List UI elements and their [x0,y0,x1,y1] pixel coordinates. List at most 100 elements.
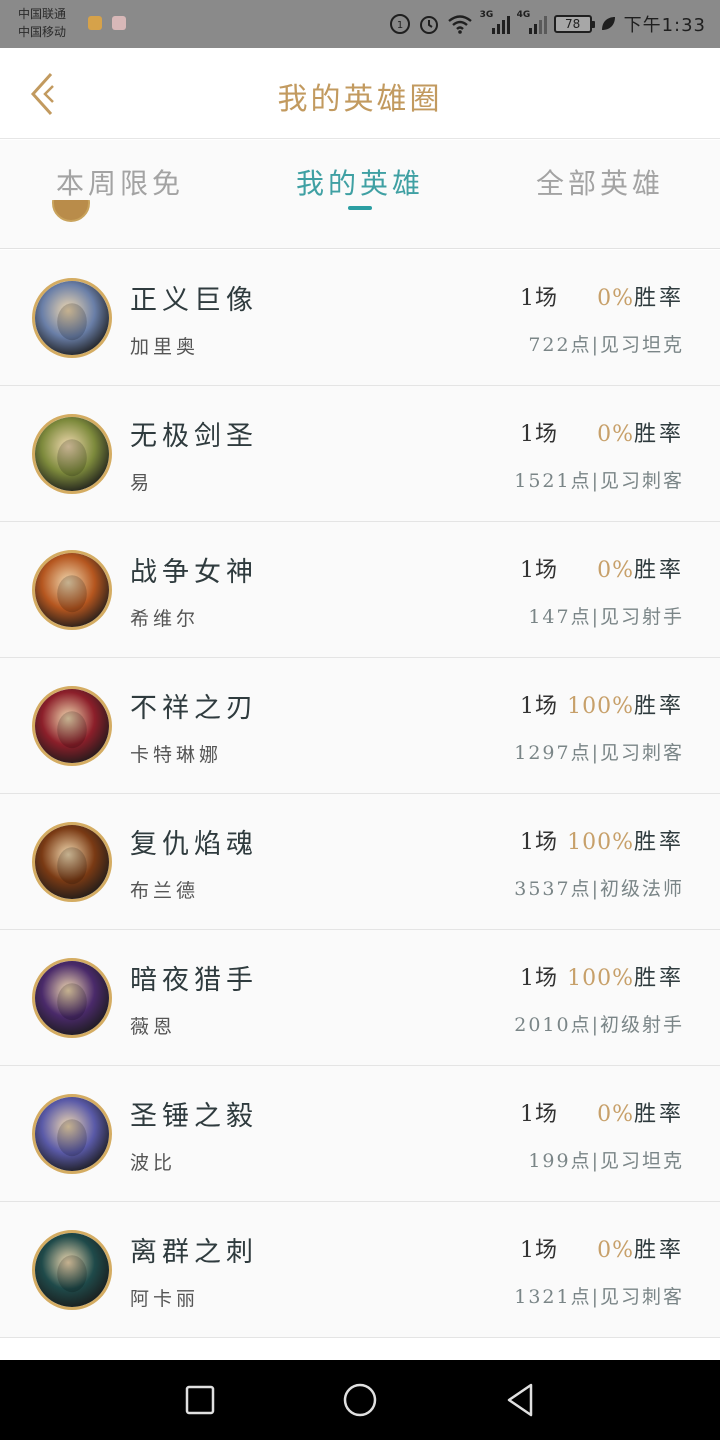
hero-avatar [52,200,90,224]
mastery-points: 3537点|初级法师 [514,878,684,900]
page-title: 我的英雄圈 [277,82,443,117]
circle-icon [343,1383,377,1417]
back-nav-button[interactable] [498,1378,542,1422]
hero-list: 正义巨像 加里奥 1场 0%胜率 722点|见习坦克 无极剑圣易 1场 0%胜率 1521点|见… [0,250,720,1338]
win-rate: 0%胜率 [597,280,684,312]
carrier-2: 中国移动 [18,25,67,39]
win-rate-value: 0% [597,1102,634,1127]
win-rate-value: 0% [597,422,634,447]
games-played: 1场 [520,830,558,855]
hero-title: 无极剑圣 [130,421,258,452]
win-rate-label: 胜率 [633,1238,684,1263]
win-rate: 0%胜率 [597,1232,684,1264]
alarm-icon [418,13,440,35]
games-played: 1场 [520,558,558,583]
wifi-icon [447,13,473,35]
win-rate: 0%胜率 [597,552,684,584]
hero-list-item[interactable]: 不祥之刃卡特琳娜 1场 100%胜率 1297点|见习刺客 [0,658,720,794]
hero-name: 布兰德 [130,880,200,902]
hero-name: 希维尔 [130,608,200,630]
recent-apps-button[interactable] [178,1378,222,1422]
mastery-points: 2010点|初级射手 [514,1014,684,1036]
win-rate-label: 胜率 [633,422,684,447]
games-played: 1场 [520,694,558,719]
active-tab-indicator [348,206,372,210]
hero-list-item[interactable]: 复仇焰魂布兰德 1场 100%胜率 3537点|初级法师 [0,794,720,930]
hero-list-item[interactable]: 离群之刺 阿卡丽 1场 0%胜率 1321点|见习刺客 [0,1202,720,1338]
home-button[interactable] [338,1378,382,1422]
battery-icon: 78 [553,15,595,33]
hero-title: 圣锤之毅 [130,1101,258,1132]
square-icon [185,1385,215,1415]
hero-title: 离群之刺 [130,1237,258,1268]
triangle-back-icon [507,1383,533,1417]
mastery-points: 199点|见习坦克 [528,1150,684,1172]
hero-title: 暗夜猎手 [130,965,258,996]
data-saver-icon: 1 [389,13,411,35]
hero-title: 不祥之刃 [130,693,258,724]
notification-icons [88,16,126,30]
hero-list-item[interactable]: 圣锤之毅 波比 1场 0%胜率 199点|见习坦克 [0,1066,720,1202]
games-played: 1场 [520,966,558,991]
games-played: 1场 [520,1102,558,1127]
games-played: 1场 [520,1238,558,1263]
win-rate: 100%胜率 [567,824,684,856]
tab-weekly-free[interactable]: 本周限免 [20,162,220,202]
tab-my-heroes[interactable]: 我的英雄 [260,162,460,202]
status-bar: 中国联通 中国移动 1 3G 4G 78 下午1:33 [0,0,720,48]
hero-list-item[interactable]: 无极剑圣易 1场 0%胜率 1521点|见习刺客 [0,386,720,522]
mastery-points: 722点|见习坦克 [528,334,684,356]
win-rate-label: 胜率 [633,558,684,583]
win-rate-value: 0% [597,558,634,583]
win-rate: 100%胜率 [567,960,684,992]
partial-list-item [0,200,720,249]
win-rate-value: 100% [567,830,634,855]
tab-bar: 本周限免 我的英雄 全部英雄 [0,140,720,222]
carrier-info: 中国联通 中国移动 [18,5,66,41]
carrier-1: 中国联通 [18,7,67,21]
mastery-points: 1521点|见习刺客 [514,470,684,492]
hero-avatar [32,1094,112,1174]
mastery-points: 147点|见习射手 [528,606,684,628]
hero-avatar [32,958,112,1038]
hero-title: 正义巨像 [130,285,258,316]
hero-title: 复仇焰魂 [130,829,258,860]
win-rate-value: 0% [597,1238,634,1263]
hero-name: 阿卡丽 [130,1288,200,1310]
hero-avatar [32,550,112,630]
win-rate-value: 100% [567,966,634,991]
hero-avatar [32,686,112,766]
hero-avatar [32,1230,112,1310]
win-rate: 0%胜率 [597,1096,684,1128]
tab-all-heroes[interactable]: 全部英雄 [500,162,700,202]
win-rate-label: 胜率 [633,694,684,719]
win-rate: 100%胜率 [567,688,684,720]
hero-avatar [32,822,112,902]
win-rate-label: 胜率 [633,1102,684,1127]
games-played: 1场 [520,422,558,447]
system-nav-bar [0,1360,720,1440]
notification-app-icon [88,16,102,30]
hero-list-item[interactable]: 暗夜猎手薇恩 1场 100%胜率 2010点|初级射手 [0,930,720,1066]
signal-4g-icon: 4G [517,10,547,36]
win-rate: 0%胜率 [597,416,684,448]
leaf-icon [599,15,617,33]
hero-list-item[interactable]: 正义巨像加里奥 1场 0%胜率 722点|见习坦克 [0,250,720,386]
hero-title: 战争女神 [130,557,258,588]
win-rate-label: 胜率 [633,966,684,991]
hero-list-item[interactable]: 战争女神希维尔 1场 0%胜率 147点|见习射手 [0,522,720,658]
svg-text:1: 1 [396,20,402,31]
hero-name: 薇恩 [130,1016,177,1038]
status-icons: 1 3G 4G 78 下午1:33 [389,10,706,38]
win-rate-value: 100% [567,694,634,719]
mastery-points: 1297点|见习刺客 [514,742,684,764]
win-rate-label: 胜率 [633,830,684,855]
hero-avatar [32,278,112,358]
header: 我的英雄圈 [0,48,720,139]
hero-name: 易 [130,472,154,494]
clock: 下午1:33 [623,15,706,36]
win-rate-value: 0% [597,286,634,311]
hero-name: 加里奥 [130,336,200,358]
games-played: 1场 [520,286,558,311]
hero-name: 卡特琳娜 [130,744,223,766]
